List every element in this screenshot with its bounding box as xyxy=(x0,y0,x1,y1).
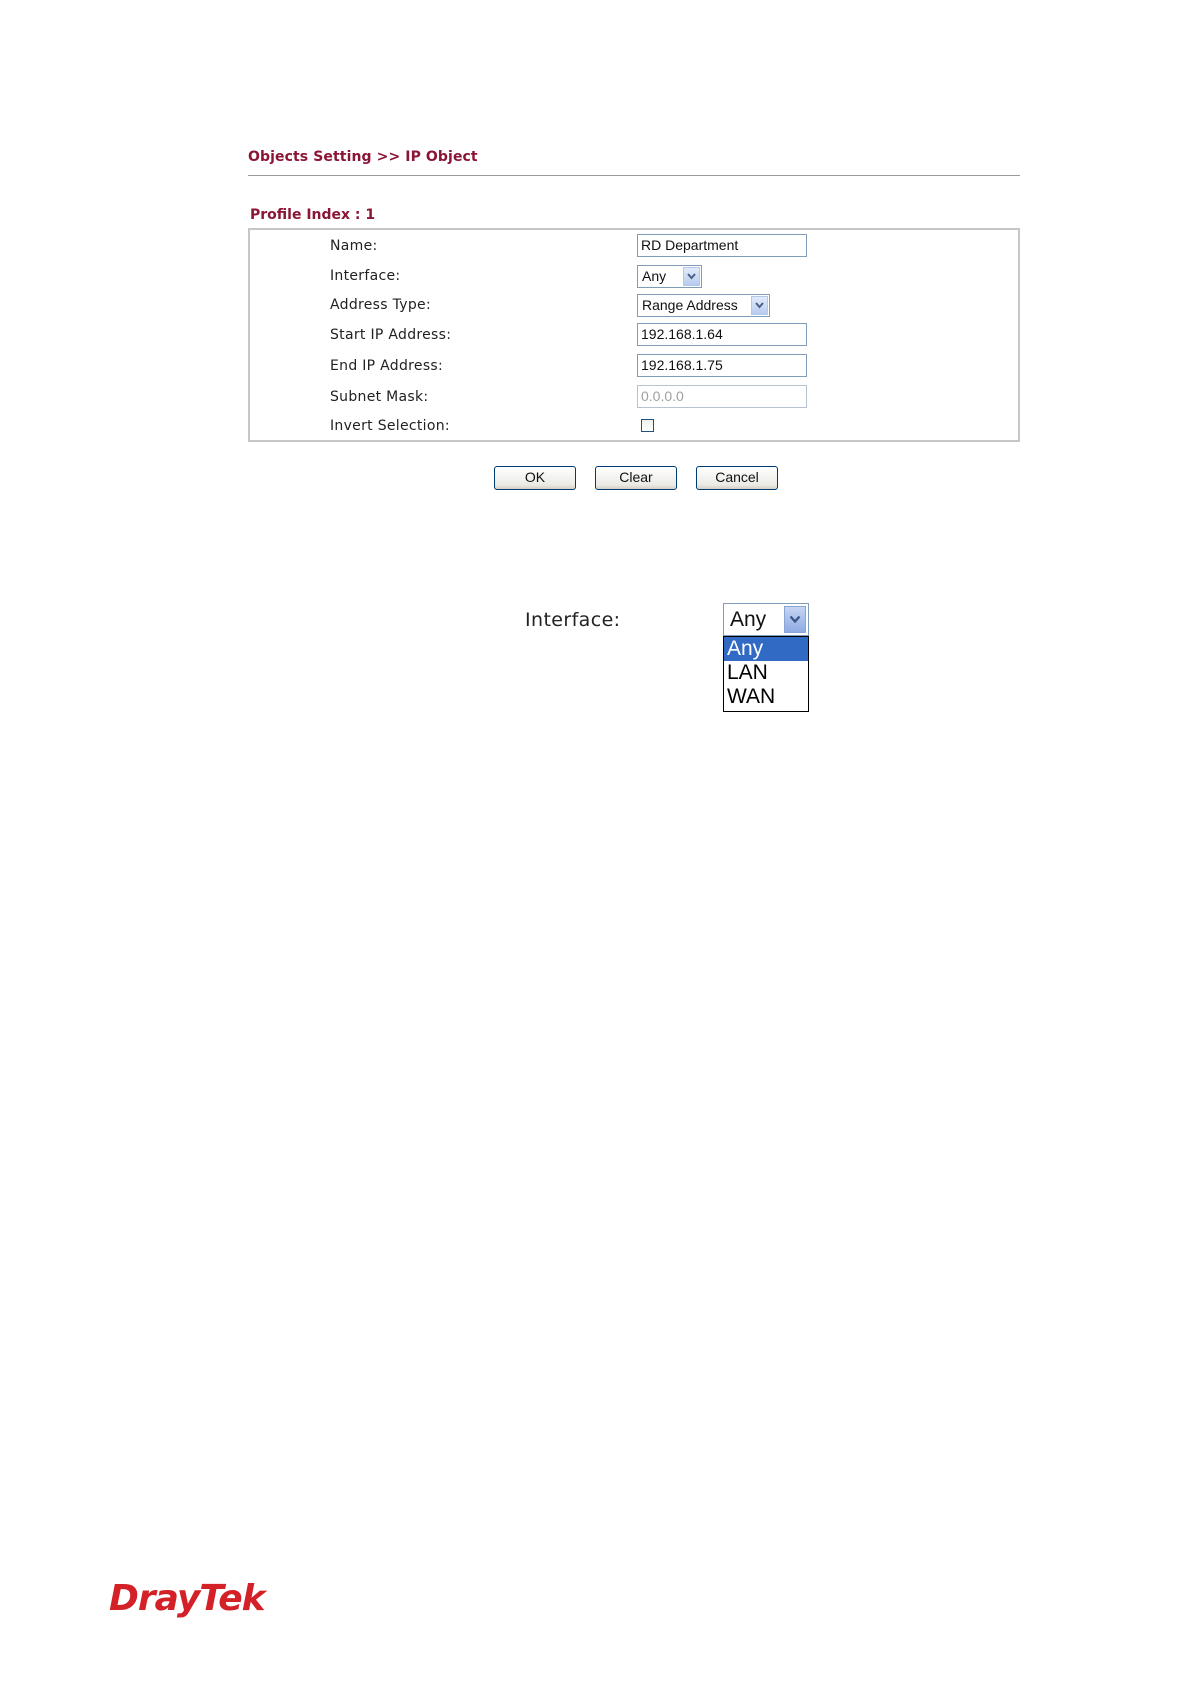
interface-select[interactable]: Any xyxy=(637,265,702,288)
zoom-interface-label: Interface: xyxy=(525,609,621,631)
address-type-label: Address Type: xyxy=(330,297,431,313)
subnet-mask-input: 0.0.0.0 xyxy=(637,385,807,408)
dropdown-option-lan[interactable]: LAN xyxy=(724,661,808,685)
address-type-select[interactable]: Range Address xyxy=(637,294,770,317)
start-ip-label: Start IP Address: xyxy=(330,327,452,343)
end-ip-label: End IP Address: xyxy=(330,358,444,374)
start-ip-input[interactable]: 192.168.1.64 xyxy=(637,323,807,346)
address-type-select-value: Range Address xyxy=(642,297,738,313)
interface-dropdown-list: Any LAN WAN xyxy=(723,636,809,712)
breadcrumb: Objects Setting >> IP Object xyxy=(248,149,478,165)
chevron-down-icon[interactable] xyxy=(751,296,768,315)
chevron-down-icon[interactable] xyxy=(784,606,806,633)
header-divider xyxy=(248,175,1020,176)
dropdown-option-any[interactable]: Any xyxy=(724,637,808,661)
cancel-button[interactable]: Cancel xyxy=(696,466,778,490)
chevron-down-icon[interactable] xyxy=(683,267,700,286)
interface-label: Interface: xyxy=(330,268,401,284)
end-ip-input[interactable]: 192.168.1.75 xyxy=(637,354,807,377)
profile-index-title: Profile Index : 1 xyxy=(250,207,376,223)
zoom-interface-select[interactable]: Any xyxy=(723,603,809,636)
interface-select-value: Any xyxy=(642,268,667,284)
name-label: Name: xyxy=(330,238,378,254)
invert-selection-checkbox[interactable] xyxy=(641,419,654,432)
clear-button[interactable]: Clear xyxy=(595,466,677,490)
invert-selection-label: Invert Selection: xyxy=(330,418,450,434)
dropdown-option-wan[interactable]: WAN xyxy=(724,685,808,709)
name-input[interactable]: RD Department xyxy=(637,234,807,257)
zoom-interface-select-value: Any xyxy=(730,608,767,631)
ok-button[interactable]: OK xyxy=(494,466,576,490)
subnet-mask-label: Subnet Mask: xyxy=(330,389,429,405)
draytek-logo: DrayTek xyxy=(109,1578,266,1619)
